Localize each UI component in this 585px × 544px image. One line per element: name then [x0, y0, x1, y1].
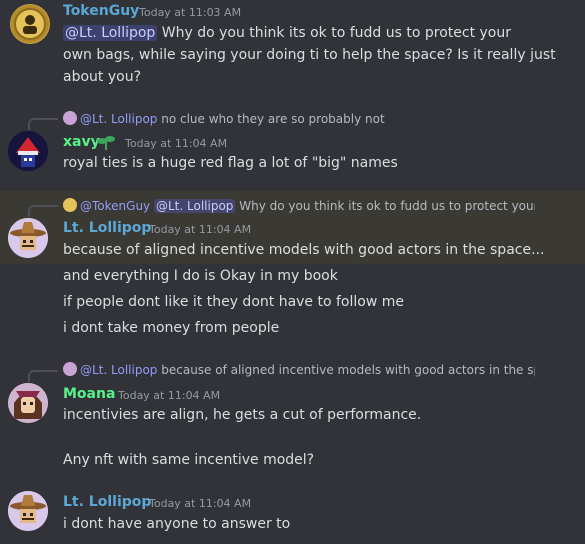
- reply-author: @Lt. Lollipop: [80, 112, 158, 126]
- xavy-avatar[interactable]: [8, 131, 48, 171]
- message-line: royal ties is a huge red flag a lot of "…: [63, 155, 398, 171]
- message-timestamp: Today at 11:04 AM: [125, 137, 228, 150]
- gold-coin-avatar-icon: [11, 5, 49, 43]
- reply-preview[interactable]: @TokenGuy @Lt. Lollipop Why do you think…: [63, 198, 535, 213]
- message-line: and everything I do is Okay in my book: [63, 268, 338, 284]
- reply-spine: [28, 118, 58, 130]
- message-text: Why do you think its ok to fudd us to pr…: [157, 25, 512, 41]
- moana-avatar[interactable]: [8, 383, 48, 423]
- user-mention[interactable]: @Lt. Lollipop: [63, 25, 158, 41]
- message-author[interactable]: Lt. Lollipop: [63, 494, 151, 510]
- reply-mention: @Lt. Lollipop: [153, 199, 236, 213]
- tokenguy-avatar[interactable]: [10, 4, 50, 44]
- lollipop-avatar[interactable]: [8, 491, 48, 531]
- message-author[interactable]: Moana: [63, 386, 115, 402]
- sombrero-avatar-icon: [63, 362, 77, 376]
- sombrero-avatar-icon: [8, 491, 48, 531]
- reply-spine: [28, 205, 58, 217]
- reply-text: because of aligned incentive models with…: [157, 363, 535, 377]
- sombrero-avatar-icon: [8, 218, 48, 258]
- reply-preview[interactable]: @Lt. Lollipop no clue who they are so pr…: [63, 111, 583, 126]
- message-line: i dont take money from people: [63, 320, 280, 336]
- message-timestamp: Today at 11:03 AM: [139, 6, 242, 19]
- reply-preview[interactable]: @Lt. Lollipop because of aligned incenti…: [63, 362, 535, 377]
- message-line: Any nft with same incentive model?: [63, 452, 315, 468]
- reply-author: @TokenGuy: [80, 199, 151, 213]
- reply-author: @Lt. Lollipop: [80, 363, 158, 377]
- message-line: about you?: [63, 69, 141, 85]
- reply-text: Why do you think its ok to fudd us to pr…: [235, 199, 535, 213]
- reply-spine: [28, 370, 58, 382]
- message-line: @Lt. Lollipop Why do you think its ok to…: [63, 22, 511, 44]
- message-timestamp: Today at 11:04 AM: [149, 497, 252, 510]
- message-line: incentivies are align, he gets a cut of …: [63, 407, 422, 423]
- message-line: because of aligned incentive models with…: [63, 242, 545, 258]
- message-author[interactable]: xavy: [63, 134, 100, 150]
- message-timestamp: Today at 11:04 AM: [118, 389, 221, 402]
- sombrero-avatar-icon: [63, 111, 77, 125]
- girl-avatar-icon: [8, 383, 48, 423]
- message-author[interactable]: TokenGuy: [63, 3, 139, 19]
- red-hat-avatar-icon: [8, 131, 48, 171]
- message-line: own bags, while saying your doing ti to …: [63, 47, 556, 63]
- lollipop-avatar[interactable]: [8, 218, 48, 258]
- message-author[interactable]: Lt. Lollipop: [63, 220, 151, 236]
- message-timestamp: Today at 11:04 AM: [149, 223, 252, 236]
- gold-coin-avatar-icon: [63, 198, 77, 212]
- message-line: i dont have anyone to answer to: [63, 516, 291, 532]
- message-line: if people dont like it they dont have to…: [63, 294, 404, 310]
- reply-text: no clue who they are so probably not: [157, 112, 385, 126]
